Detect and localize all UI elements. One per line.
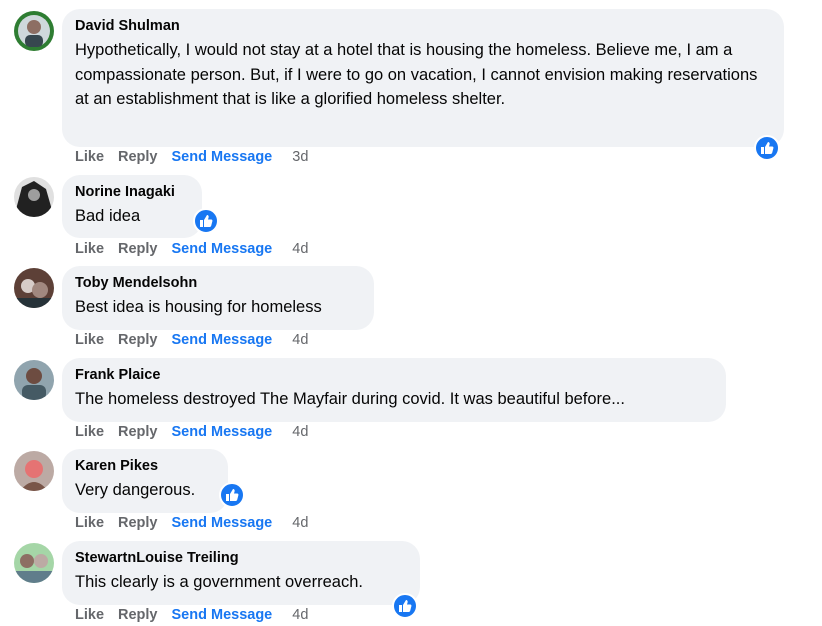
comment-text: Bad idea <box>75 207 141 225</box>
comment-text: Very dangerous. <box>75 481 196 499</box>
comment-actions: Like Reply Send Message 4d <box>75 607 322 623</box>
avatar[interactable] <box>14 11 54 51</box>
send-message-button[interactable]: Send Message <box>172 149 273 165</box>
comment-actions: Like Reply Send Message 4d <box>75 424 322 440</box>
comment-actions: Like Reply Send Message 3d <box>75 149 322 165</box>
comment-author[interactable]: Frank Plaice <box>75 366 713 384</box>
comment-bubble: David Shulman Hypothetically, I would no… <box>62 9 784 147</box>
thumbs-up-reaction-icon[interactable] <box>754 135 780 161</box>
comment-text: The homeless destroyed The Mayfair durin… <box>75 390 625 408</box>
like-button[interactable]: Like <box>75 424 104 440</box>
comment-text: This clearly is a government overreach. <box>75 573 363 591</box>
send-message-button[interactable]: Send Message <box>172 515 273 531</box>
like-button[interactable]: Like <box>75 241 104 257</box>
comment-author[interactable]: Toby Mendelsohn <box>75 274 361 292</box>
like-button[interactable]: Like <box>75 607 104 623</box>
avatar[interactable] <box>14 360 54 400</box>
like-button[interactable]: Like <box>75 332 104 348</box>
reply-button[interactable]: Reply <box>118 149 158 165</box>
reply-button[interactable]: Reply <box>118 424 158 440</box>
avatar[interactable] <box>14 268 54 308</box>
comment-timestamp[interactable]: 4d <box>292 515 308 531</box>
comment-bubble: Frank Plaice The homeless destroyed The … <box>62 358 726 422</box>
comment-bubble: Norine Inagaki Bad idea <box>62 175 202 238</box>
comment-timestamp[interactable]: 4d <box>292 241 308 257</box>
comment-author[interactable]: Karen Pikes <box>75 457 215 475</box>
comment-bubble: Karen Pikes Very dangerous. <box>62 449 228 513</box>
comment-text: Hypothetically, I would not stay at a ho… <box>75 41 758 108</box>
comment-timestamp[interactable]: 4d <box>292 607 308 623</box>
comment-actions: Like Reply Send Message 4d <box>75 332 322 348</box>
comment-actions: Like Reply Send Message 4d <box>75 241 322 257</box>
reply-button[interactable]: Reply <box>118 241 158 257</box>
thumbs-up-reaction-icon[interactable] <box>219 482 245 508</box>
previous-comment-edge <box>150 0 290 4</box>
comment-author[interactable]: StewartnLouise Treiling <box>75 549 407 567</box>
thumbs-up-reaction-icon[interactable] <box>392 593 418 619</box>
comment-timestamp[interactable]: 3d <box>292 149 308 165</box>
comment-bubble: StewartnLouise Treiling This clearly is … <box>62 541 420 605</box>
send-message-button[interactable]: Send Message <box>172 607 273 623</box>
thumbs-up-reaction-icon[interactable] <box>193 208 219 234</box>
comment-actions: Like Reply Send Message 4d <box>75 515 322 531</box>
like-button[interactable]: Like <box>75 515 104 531</box>
reply-button[interactable]: Reply <box>118 607 158 623</box>
reply-button[interactable]: Reply <box>118 332 158 348</box>
send-message-button[interactable]: Send Message <box>172 241 273 257</box>
comment-timestamp[interactable]: 4d <box>292 424 308 440</box>
comment-timestamp[interactable]: 4d <box>292 332 308 348</box>
comment-author[interactable]: Norine Inagaki <box>75 183 189 201</box>
avatar[interactable] <box>14 543 54 583</box>
reply-button[interactable]: Reply <box>118 515 158 531</box>
avatar[interactable] <box>14 451 54 491</box>
comment-author[interactable]: David Shulman <box>75 17 771 35</box>
send-message-button[interactable]: Send Message <box>172 332 273 348</box>
comment-bubble: Toby Mendelsohn Best idea is housing for… <box>62 266 374 330</box>
like-button[interactable]: Like <box>75 149 104 165</box>
comment-text: Best idea is housing for homeless <box>75 298 322 316</box>
avatar[interactable] <box>14 177 54 217</box>
send-message-button[interactable]: Send Message <box>172 424 273 440</box>
